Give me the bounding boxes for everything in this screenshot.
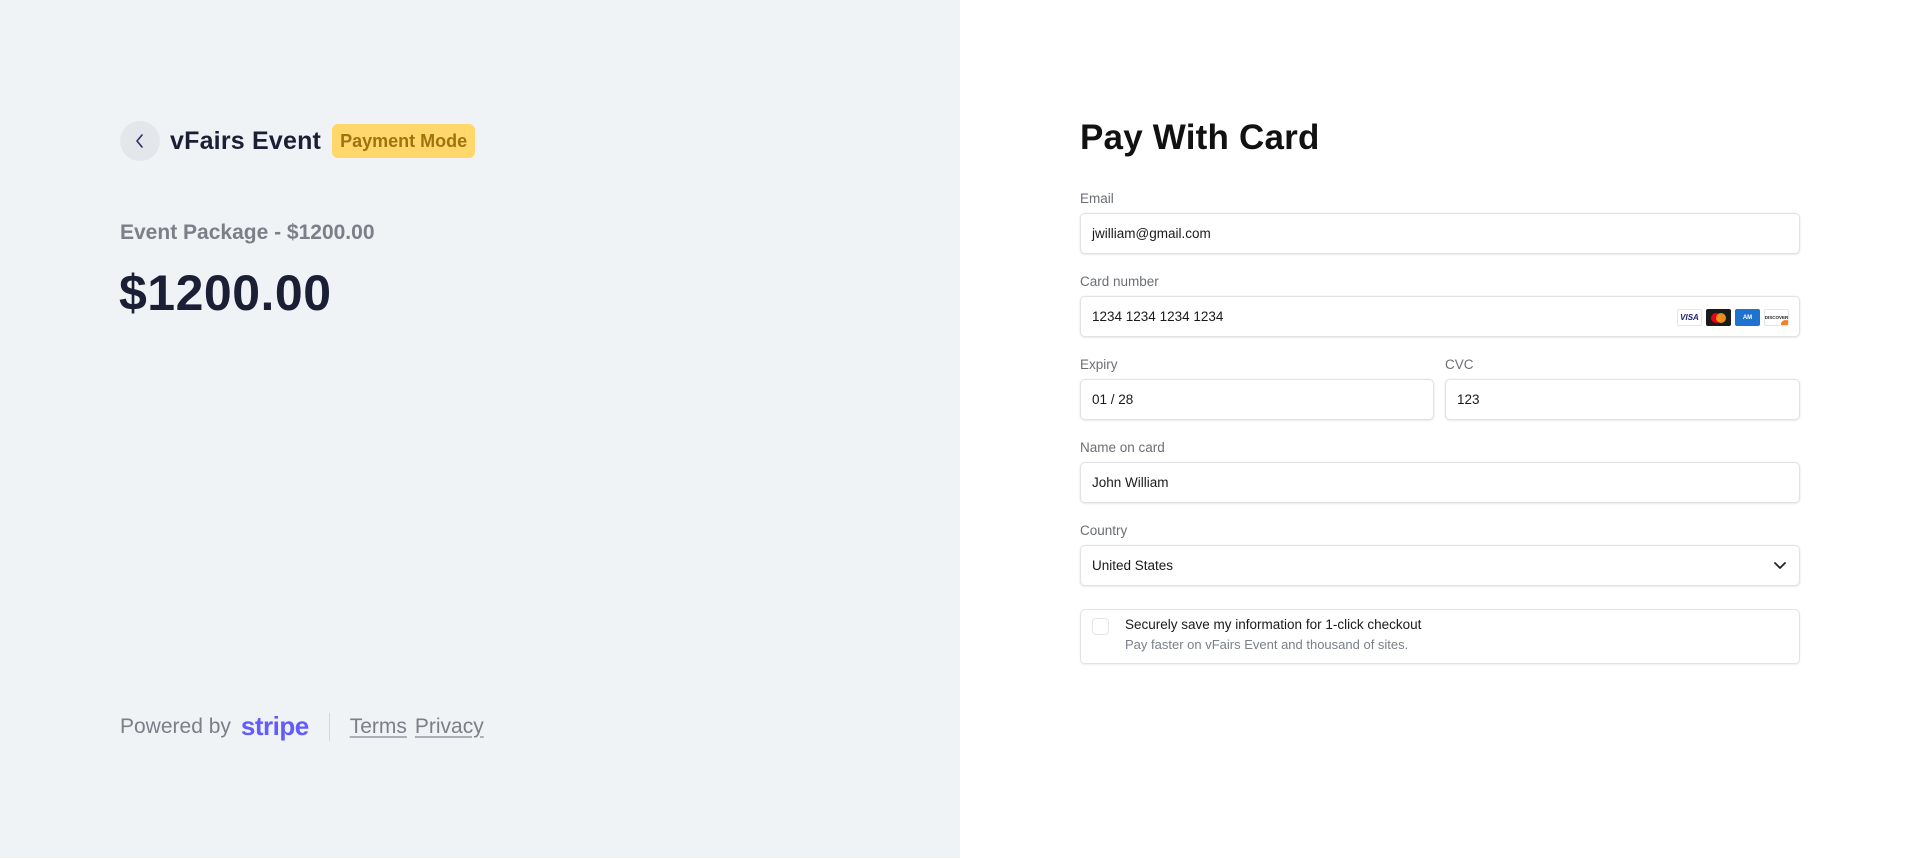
form-title: Pay With Card [1080,118,1320,157]
privacy-link[interactable]: Privacy [415,715,484,739]
name-on-card-field[interactable]: John William [1080,462,1800,503]
cvc-value: 123 [1457,392,1480,407]
save-info-subtitle: Pay faster on vFairs Event and thousand … [1125,637,1409,652]
footer: Powered by stripe Terms Privacy [120,711,492,742]
package-label: Event Package - $1200.00 [120,221,375,244]
chevron-down-icon [1774,562,1786,569]
amex-icon: AM [1735,309,1760,326]
save-info-checkbox[interactable] [1092,618,1109,635]
country-value: United States [1092,558,1174,573]
back-button[interactable] [120,121,160,161]
footer-divider [328,712,330,741]
expiry-label: Expiry [1080,357,1118,372]
card-number-value: 1234 1234 1234 1234 [1092,309,1224,324]
merchant-name: vFairs Event [170,126,322,155]
discover-icon: DISCOVER [1764,309,1789,326]
order-summary-panel: vFairs Event Payment Mode Event Package … [0,0,960,858]
chevron-left-icon [136,134,143,148]
mastercard-icon [1706,309,1731,326]
cvc-field[interactable]: 123 [1445,379,1800,420]
expiry-value: 01 / 28 [1092,392,1134,407]
email-value: jwilliam@gmail.com [1092,226,1211,241]
summary-header: vFairs Event Payment Mode [120,121,476,161]
total-amount: $1200.00 [119,265,332,321]
email-label: Email [1080,191,1114,206]
visa-icon: VISA [1677,309,1702,326]
card-number-field[interactable]: 1234 1234 1234 1234 VISA AM DISCOVER [1080,296,1800,337]
terms-link[interactable]: Terms [350,715,407,739]
cvc-label: CVC [1445,357,1474,372]
name-value: John William [1092,475,1169,490]
card-brand-icons: VISA AM DISCOVER [1677,309,1789,326]
payment-form-panel: Pay With Card Email jwilliam@gmail.com C… [960,0,1920,859]
expiry-field[interactable]: 01 / 28 [1080,379,1434,420]
payment-mode-badge: Payment Mode [332,124,476,158]
save-info-title: Securely save my information for 1-click… [1125,617,1422,632]
country-label: Country [1080,523,1128,538]
country-select[interactable]: United States [1080,545,1800,586]
card-number-label: Card number [1080,274,1159,289]
email-field[interactable]: jwilliam@gmail.com [1080,213,1800,254]
name-label: Name on card [1080,440,1165,455]
stripe-logo[interactable]: stripe [241,711,309,742]
save-info-option[interactable]: Securely save my information for 1-click… [1080,609,1800,664]
powered-by-text: Powered by [120,714,231,738]
